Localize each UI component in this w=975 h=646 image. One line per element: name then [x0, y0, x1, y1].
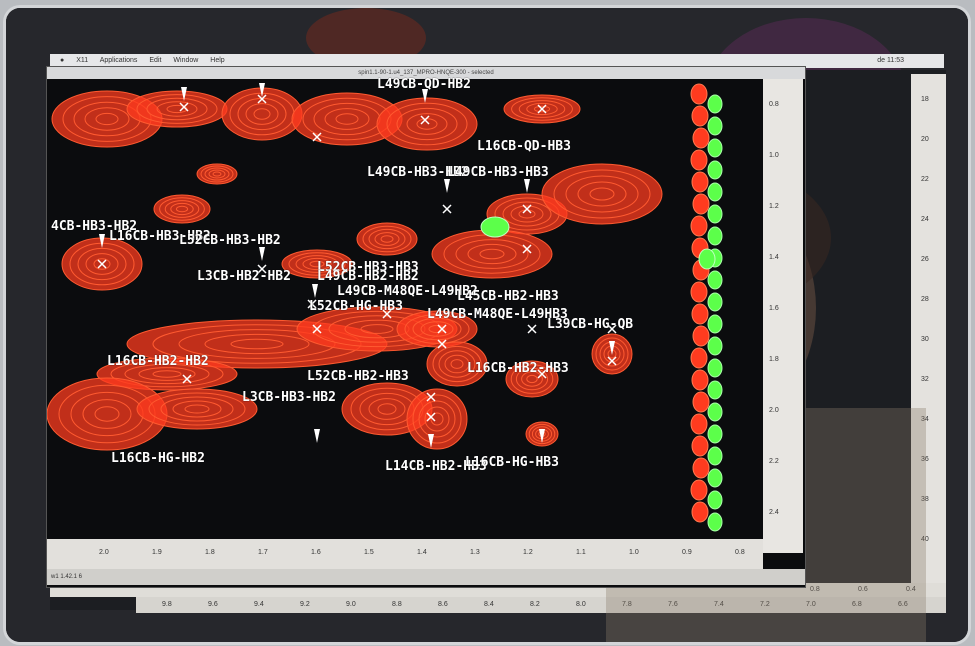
y-tick-label: 2.4 [769, 509, 779, 516]
peak-label[interactable]: L16CB-HB2-HB2 [107, 354, 209, 369]
label-pointer [524, 179, 530, 193]
edge-peak-red [692, 457, 710, 479]
y-tick-label: 2.0 [769, 407, 779, 414]
edge-peak-red [691, 369, 709, 391]
edge-peak-red [692, 127, 710, 149]
contour-ring [376, 97, 478, 151]
edge-peak-red [690, 413, 708, 435]
edge-peak-red [692, 193, 710, 215]
edge-peak-red [692, 325, 710, 347]
contour-ring [153, 194, 211, 224]
edge-peak-green [707, 226, 723, 246]
label-pointer [444, 179, 450, 193]
peak-label[interactable]: L49CB-QD-HB2 [377, 77, 471, 92]
x-tick-label: 1.9 [152, 549, 162, 556]
peak-label[interactable]: L52CB-HB3-HB2 [179, 233, 281, 248]
edge-peak-green [707, 204, 723, 224]
edge-peak-red [691, 105, 709, 127]
contour-ring [541, 163, 663, 225]
peak-label[interactable]: L3CB-HB3-HB2 [242, 390, 336, 405]
label-pointer [314, 429, 320, 443]
y-tick-label: 1.4 [769, 254, 779, 261]
peak-label[interactable]: L52CB-HG-HB3 [309, 299, 403, 314]
y-tick-label: 2.2 [769, 458, 779, 465]
x-tick-label: 0.8 [735, 549, 745, 556]
edge-peak-red [691, 501, 709, 523]
edge-peak-green [707, 336, 723, 356]
x-tick-label: 1.2 [523, 549, 533, 556]
contour-green [698, 248, 716, 270]
edge-peak-green [707, 138, 723, 158]
edge-peak-red [690, 347, 708, 369]
edge-peak-green [707, 270, 723, 290]
peak-label[interactable]: L39CB-HG-QB [547, 317, 633, 332]
edge-peak-red [690, 149, 708, 171]
x-tick-label: 1.3 [470, 549, 480, 556]
bottom-axis-w2: 2.0 1.9 1.8 1.7 1.6 1.5 1.4 1.3 1.2 1.1 1.0 0.9 0.8 [47, 539, 763, 569]
edge-peak-red [691, 303, 709, 325]
contour-ring [196, 163, 238, 185]
peak-label[interactable]: L45CB-HB2-HB3 [457, 289, 559, 304]
edge-peak-green [707, 446, 723, 466]
contour-ring [356, 222, 418, 256]
peak-label[interactable]: L49CB-HB2-HB2 [317, 269, 419, 284]
edge-peak-green [707, 116, 723, 136]
x-tick-label: 0.9 [682, 549, 692, 556]
edge-peak-green [707, 380, 723, 400]
y-tick-label: 0.8 [769, 101, 779, 108]
edge-peak-green [707, 182, 723, 202]
x-tick-label: 1.6 [311, 549, 321, 556]
edge-peak-green [707, 512, 723, 532]
edge-peak-green [707, 292, 723, 312]
edge-peak-red [690, 281, 708, 303]
x-tick-label: 1.4 [417, 549, 427, 556]
contour-ring [136, 388, 258, 430]
x-tick-label: 1.5 [364, 549, 374, 556]
x-tick-label: 2.0 [99, 549, 109, 556]
peak-label[interactable]: L3CB-HB2-HB2 [197, 269, 291, 284]
peak-label[interactable]: L16CB-HG-HB2 [111, 451, 205, 466]
x-tick-label: 1.7 [258, 549, 268, 556]
monitor-bezel: ● X11 Applications Edit Window Help de 1… [6, 8, 968, 642]
edge-peak-red [692, 391, 710, 413]
x-tick-label: 1.8 [205, 549, 215, 556]
edge-peak-red [690, 479, 708, 501]
edge-peak-green [707, 314, 723, 334]
edge-peak-green [707, 424, 723, 444]
edge-peak-red [691, 171, 709, 193]
edge-peak-green [707, 160, 723, 180]
label-pointer [259, 247, 265, 261]
peak-label[interactable]: L49CB-HB3-HB3 [447, 165, 549, 180]
peak-label[interactable]: L16CB-QD-HB3 [477, 139, 571, 154]
contour-green [480, 216, 510, 238]
edge-peak-green [707, 468, 723, 488]
edge-peak-green [707, 402, 723, 422]
status-bar: w1 1.42.1 6 [47, 569, 805, 585]
edge-peak-green [707, 94, 723, 114]
right-axis-w1: 0.8 1.0 1.2 1.4 1.6 1.8 2.0 2.2 2.4 [763, 79, 803, 553]
y-tick-label: 1.2 [769, 203, 779, 210]
peak-label[interactable]: L16CB-HG-HB3 [465, 455, 559, 470]
contour-ring [406, 388, 468, 450]
peak-label[interactable]: L16CB-HB2-HB3 [467, 361, 569, 376]
label-pointer [312, 284, 318, 298]
spectrum-window[interactable]: spin1.1-90-1.u4_137_MPRO-HNQE-300 - sele… [46, 66, 806, 588]
edge-peak-red [691, 435, 709, 457]
y-tick-label: 1.8 [769, 356, 779, 363]
edge-peak-red [690, 83, 708, 105]
edge-peak-red [690, 215, 708, 237]
y-tick-label: 1.0 [769, 152, 779, 159]
edge-peak-green [707, 358, 723, 378]
contour-ring [126, 90, 228, 128]
x-tick-label: 1.1 [576, 549, 586, 556]
edge-peak-green [707, 490, 723, 510]
x-tick-label: 1.0 [629, 549, 639, 556]
peak-label[interactable]: L52CB-HB2-HB3 [307, 369, 409, 384]
y-tick-label: 1.6 [769, 305, 779, 312]
